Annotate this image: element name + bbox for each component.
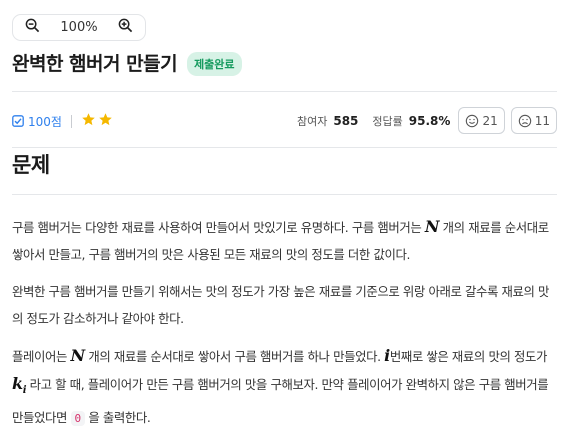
math-variable: N [424,217,440,236]
difficulty-stars [81,112,113,131]
paragraph: 플레이어는 N 개의 재료를 순서대로 쌓아서 구름 햄버거를 하나 만들었다.… [12,342,560,432]
text: 을 출력한다. [84,410,151,426]
like-button[interactable]: 21 [458,107,505,134]
math-variable: ki [12,374,27,396]
meta-separator [70,114,72,128]
star-icon [81,112,96,131]
inline-code: 0 [70,411,85,427]
zoom-out-button[interactable] [21,17,43,39]
dislike-button[interactable]: 11 [510,107,557,134]
points-value: 100점 [28,114,62,129]
smile-icon [465,114,479,128]
section-divider [12,194,557,195]
like-count: 21 [482,113,498,128]
text: 완벽한 구름 햄버거를 만들기 위해서는 맛의 정도가 가장 높은 재료를 기준… [12,284,550,326]
text: 번째로 쌓은 재료의 맛의 정도가 [389,349,548,364]
accuracy-value: 95.8% [408,113,451,128]
section-title: 문제 [12,153,50,177]
paragraph: 완벽한 구름 햄버거를 만들기 위해서는 맛의 정도가 가장 높은 재료를 기준… [12,278,560,332]
zoom-level: 100% [60,20,98,35]
meta-divider [12,147,557,148]
header-divider [12,91,557,92]
problem-title: 완벽한 햄버거 만들기 [12,52,178,75]
math-base: k [12,374,23,393]
paragraph: 구름 햄버거는 다양한 재료를 사용하여 만들어서 맛있기로 유명하다. 구름 … [12,213,560,268]
text: 플레이어는 [12,349,71,364]
problem-header: 완벽한 햄버거 만들기 제출완료 [12,48,242,76]
frown-icon [518,114,532,128]
problem-description: 구름 햄버거는 다양한 재료를 사용하여 만들어서 맛있기로 유명하다. 구름 … [12,213,560,435]
math-variable: N [70,346,86,365]
zoom-control: 100% [12,14,146,41]
star-icon [98,112,113,131]
status-badge: 제출완료 [187,51,242,76]
dislike-count: 11 [534,113,550,128]
problem-meta-right: 참여자 585 정답률 95.8% 21 11 [297,107,557,134]
problem-meta-left: 100점 [12,111,113,131]
accuracy-label: 정답률 [372,114,403,128]
zoom-in-icon [118,18,133,37]
text: 개의 재료를 순서대로 쌓아서 구름 햄버거를 하나 만들었다. [84,349,385,364]
text: 구름 햄버거는 다양한 재료를 사용하여 만들어서 맛있기로 유명하다. 구름 … [12,220,425,235]
participants-value: 585 [333,113,359,128]
points-label: 100점 [12,113,62,130]
checkbox-icon [12,115,24,127]
zoom-in-button[interactable] [115,17,137,39]
zoom-out-icon [25,18,40,37]
participants-label: 참여자 [296,114,328,128]
